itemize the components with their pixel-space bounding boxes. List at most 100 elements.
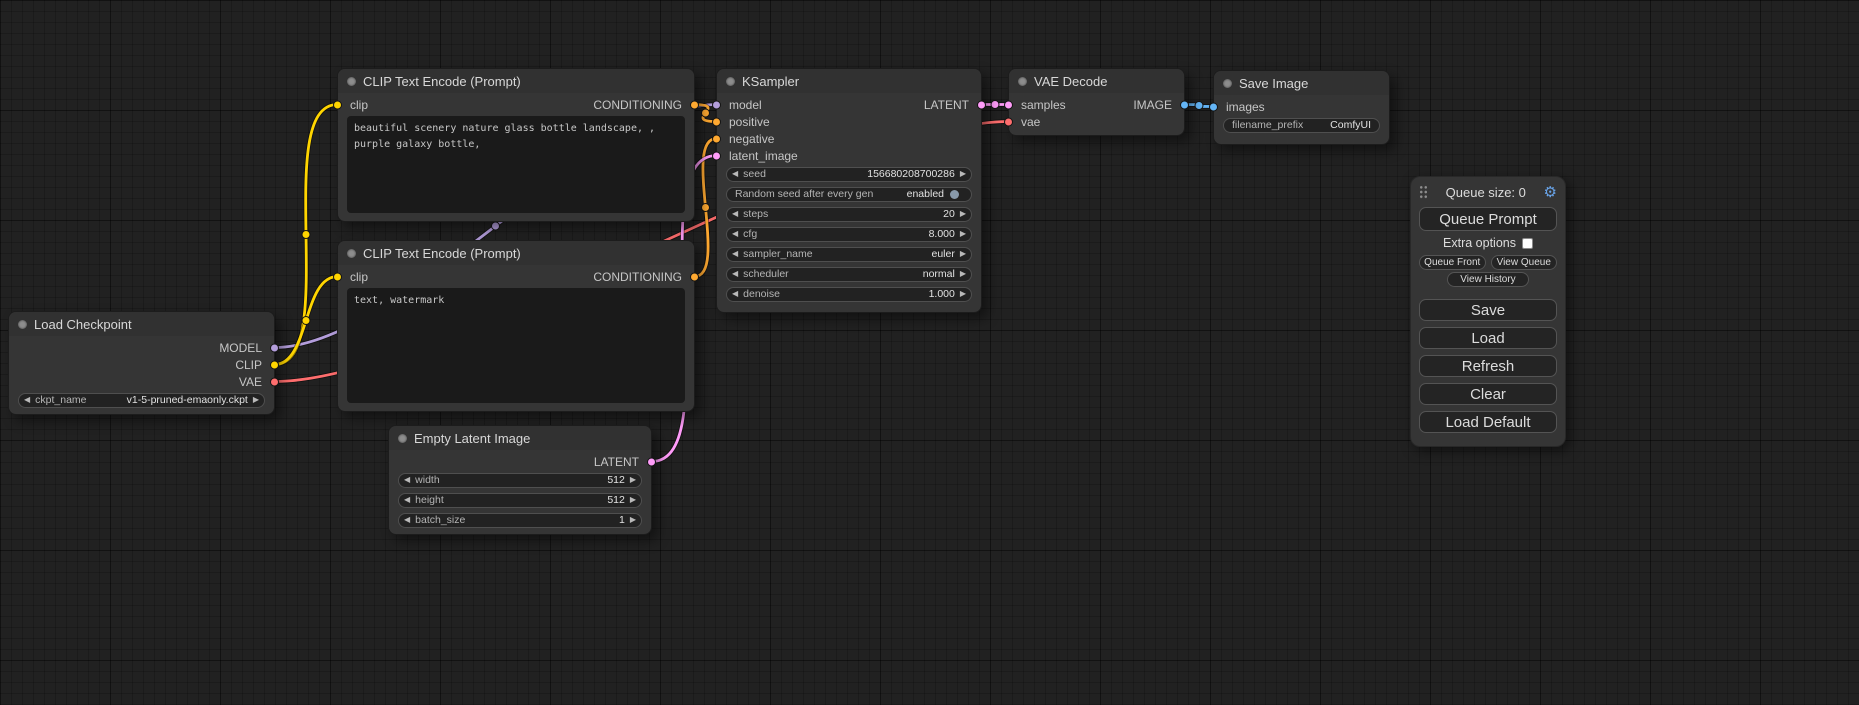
increment-arrow-icon[interactable]: ▶ [955,210,971,218]
node-save-image[interactable]: Save Imageimagesfilename_prefixComfyUI [1213,70,1390,145]
collapse-dot-icon[interactable] [1018,77,1027,86]
refresh-button[interactable]: Refresh [1419,355,1557,377]
collapse-dot-icon[interactable] [347,249,356,258]
decrement-arrow-icon[interactable]: ◀ [727,230,743,238]
increment-arrow-icon[interactable]: ▶ [955,230,971,238]
increment-arrow-icon[interactable]: ▶ [625,476,641,484]
load-default-button[interactable]: Load Default [1419,411,1557,433]
collapse-dot-icon[interactable] [1223,79,1232,88]
output-slot-clip[interactable] [270,360,279,369]
increment-arrow-icon[interactable]: ▶ [625,516,641,524]
output-slot-model[interactable] [270,343,279,352]
decrement-arrow-icon[interactable]: ◀ [727,170,743,178]
view-history-button[interactable]: View History [1447,272,1529,287]
input-slot-images[interactable] [1209,102,1218,111]
clear-button[interactable]: Clear [1419,383,1557,405]
graph-canvas[interactable]: Load CheckpointMODELCLIPVAE◀ckpt_namev1-… [0,0,1859,705]
collapse-dot-icon[interactable] [347,77,356,86]
decrement-arrow-icon[interactable]: ◀ [727,250,743,258]
settings-gear-icon[interactable]: ⚙ [1544,185,1557,200]
output-slot-latent[interactable] [977,100,986,109]
control-panel-header: Queue size: 0 ⚙ [1419,181,1557,203]
output-slot-label: LATENT [594,455,639,469]
widget-height[interactable]: ◀height512▶ [398,493,642,508]
input-slot-clip[interactable] [333,272,342,281]
output-slot-label: MODEL [219,341,262,355]
view-queue-button[interactable]: View Queue [1491,255,1558,270]
input-slot-positive[interactable] [712,117,721,126]
input-slot-samples[interactable] [1004,100,1013,109]
widget-filename_prefix[interactable]: filename_prefixComfyUI [1223,118,1380,133]
node-titlebar[interactable]: Empty Latent Image [389,426,651,450]
output-slot-vae[interactable] [270,377,279,386]
output-slot-latent[interactable] [647,457,656,466]
node-titlebar[interactable]: VAE Decode [1009,69,1184,93]
node-title-label: VAE Decode [1034,74,1107,89]
queue-prompt-button[interactable]: Queue Prompt [1419,207,1557,231]
widget-label: scheduler [743,268,789,280]
widget-ckpt_name[interactable]: ◀ckpt_namev1-5-pruned-emaonly.ckpt▶ [18,393,265,408]
widget-value: 8.000 [929,228,955,240]
input-slot-label: latent_image [729,149,798,163]
decrement-arrow-icon[interactable]: ◀ [399,476,415,484]
increment-arrow-icon[interactable]: ▶ [955,270,971,278]
save-button[interactable]: Save [1419,299,1557,321]
widget-sampler_name[interactable]: ◀sampler_nameeuler▶ [726,247,972,262]
widget-batch_size[interactable]: ◀batch_size1▶ [398,513,642,528]
node-empty-latent[interactable]: Empty Latent Image LATENT ◀width512▶ ◀heigh… [388,425,652,535]
node-clip-encode-negative[interactable]: CLIP Text Encode (Prompt)clipCONDITIONIN… [337,240,695,412]
node-titlebar[interactable]: CLIP Text Encode (Prompt) [338,69,694,93]
widget-value: 1.000 [929,288,955,300]
node-load-checkpoint[interactable]: Load CheckpointMODELCLIPVAE◀ckpt_namev1-… [8,311,275,415]
decrement-arrow-icon[interactable]: ◀ [19,396,35,404]
node-titlebar[interactable]: Load Checkpoint [9,312,274,336]
input-slot-label: clip [350,270,368,284]
input-slot-clip[interactable] [333,100,342,109]
input-slot-negative[interactable] [712,134,721,143]
widget-denoise[interactable]: ◀denoise1.000▶ [726,287,972,302]
widget-random-seed-after-every-gen[interactable]: Random seed after every genenabled [726,187,972,202]
decrement-arrow-icon[interactable]: ◀ [399,496,415,504]
output-slot-conditioning[interactable] [690,100,699,109]
widget-cfg[interactable]: ◀cfg8.000▶ [726,227,972,242]
widget-steps[interactable]: ◀steps20▶ [726,207,972,222]
input-slot-latent_image[interactable] [712,151,721,160]
extra-options-checkbox[interactable] [1522,238,1533,249]
collapse-dot-icon[interactable] [398,434,407,443]
decrement-arrow-icon[interactable]: ◀ [399,516,415,524]
increment-arrow-icon[interactable]: ▶ [625,496,641,504]
output-slot-label: CLIP [235,358,262,372]
input-slot-vae[interactable] [1004,117,1013,126]
widget-scheduler[interactable]: ◀schedulernormal▶ [726,267,972,282]
decrement-arrow-icon[interactable]: ◀ [727,210,743,218]
widget-seed[interactable]: ◀seed156680208700286▶ [726,167,972,182]
output-slot-label: CONDITIONING [593,98,682,112]
widget-label: filename_prefix [1232,119,1303,131]
decrement-arrow-icon[interactable]: ◀ [727,290,743,298]
output-slot-conditioning[interactable] [690,272,699,281]
collapse-dot-icon[interactable] [18,320,27,329]
drag-handle-icon[interactable] [1419,185,1428,199]
input-slot-model[interactable] [712,100,721,109]
node-ksampler[interactable]: KSamplermodelLATENTpositivenegativelaten… [716,68,982,313]
node-clip-encode-positive[interactable]: CLIP Text Encode (Prompt)clipCONDITIONIN… [337,68,695,222]
widget-width[interactable]: ◀width512▶ [398,473,642,488]
node-titlebar[interactable]: Save Image [1214,71,1389,95]
output-slot-image[interactable] [1180,100,1189,109]
widget-value: 20 [943,208,955,220]
increment-arrow-icon[interactable]: ▶ [955,290,971,298]
prompt-textarea[interactable]: beautiful scenery nature glass bottle la… [347,116,685,213]
collapse-dot-icon[interactable] [726,77,735,86]
input-slot-label: positive [729,115,770,129]
load-button[interactable]: Load [1419,327,1557,349]
prompt-textarea[interactable]: text, watermark [347,288,685,403]
increment-arrow-icon[interactable]: ▶ [248,396,264,404]
output-slot-label: IMAGE [1133,98,1172,112]
increment-arrow-icon[interactable]: ▶ [955,250,971,258]
node-vae-decode[interactable]: VAE DecodesamplesIMAGEvae [1008,68,1185,136]
node-titlebar[interactable]: CLIP Text Encode (Prompt) [338,241,694,265]
increment-arrow-icon[interactable]: ▶ [955,170,971,178]
decrement-arrow-icon[interactable]: ◀ [727,270,743,278]
node-titlebar[interactable]: KSampler [717,69,981,93]
queue-front-button[interactable]: Queue Front [1419,255,1486,270]
